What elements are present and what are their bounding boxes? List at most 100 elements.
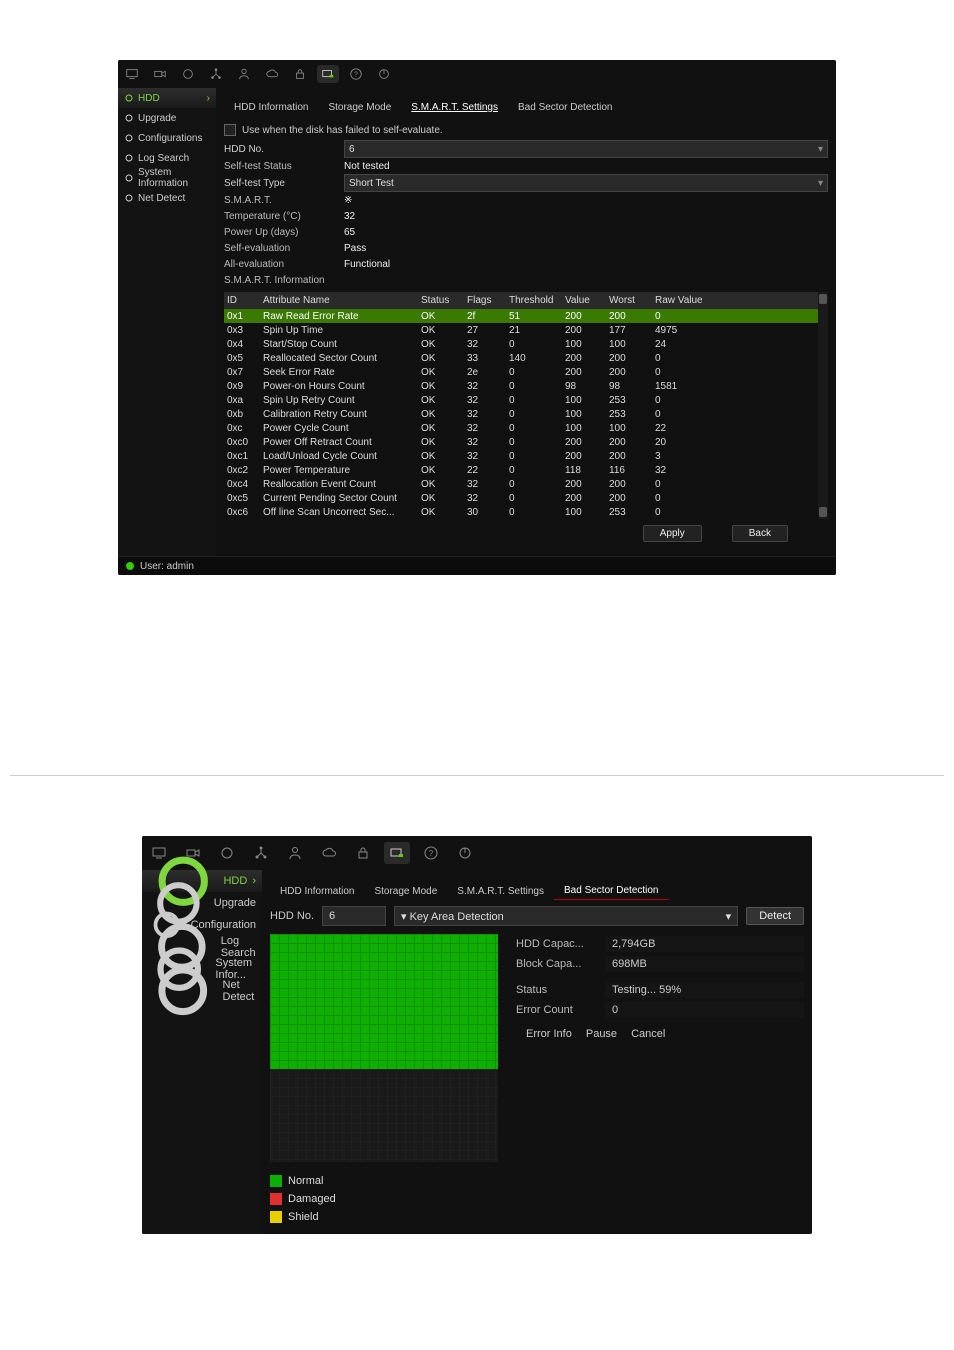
table-cell: 2f: [464, 311, 506, 322]
table-header-cell[interactable]: Status: [418, 295, 464, 306]
table-cell: 200: [606, 353, 652, 364]
detection-mode-select[interactable]: ▾ Key Area Detection▾: [394, 906, 738, 926]
display-icon[interactable]: [384, 842, 410, 864]
table-header-cell[interactable]: Worst: [606, 295, 652, 306]
table-row[interactable]: 0x5Reallocated Sector CountOK33140200200…: [224, 351, 818, 365]
power-icon[interactable]: [373, 65, 395, 83]
user-icon[interactable]: [282, 842, 308, 864]
table-row[interactable]: 0xc0Power Off Retract CountOK32020020020: [224, 435, 818, 449]
table-cell: 20: [652, 437, 818, 448]
scrollbar[interactable]: [818, 292, 828, 519]
table-row[interactable]: 0x9Power-on Hours CountOK32098981581: [224, 379, 818, 393]
table-cell: Power Temperature: [260, 465, 418, 476]
drive-icon: [124, 93, 134, 103]
hdd-no-select[interactable]: 6▾: [344, 140, 828, 158]
table-cell: 100: [562, 423, 606, 434]
cancel-button[interactable]: Cancel: [631, 1028, 665, 1040]
table-row[interactable]: 0x7Seek Error RateOK2e02002000: [224, 365, 818, 379]
camera-icon[interactable]: [149, 65, 171, 83]
back-button[interactable]: Back: [732, 525, 788, 542]
main-panel: HDD InformationStorage ModeS.M.A.R.T. Se…: [216, 88, 836, 556]
table-row[interactable]: 0xcPower Cycle CountOK32010010022: [224, 421, 818, 435]
sidebar-item-system-information[interactable]: System Information: [118, 168, 216, 188]
table-cell: 0: [652, 409, 818, 420]
table-header-cell[interactable]: Threshold: [506, 295, 562, 306]
tab-s-m-a-r-t-settings[interactable]: S.M.A.R.T. Settings: [401, 99, 508, 116]
sidebar-item-upgrade[interactable]: Upgrade: [118, 108, 216, 128]
table-cell: Power-on Hours Count: [260, 381, 418, 392]
table-cell: 116: [606, 465, 652, 476]
error-info-button[interactable]: Error Info: [526, 1028, 572, 1040]
sidebar-item-net-detect[interactable]: Net Detect: [142, 980, 262, 1002]
table-row[interactable]: 0x1Raw Read Error RateOK2f512002000: [224, 309, 818, 323]
help-icon[interactable]: ?: [418, 842, 444, 864]
smart-run-button[interactable]: ※: [344, 195, 828, 206]
display-icon[interactable]: [317, 65, 339, 83]
network-icon[interactable]: [205, 65, 227, 83]
tab-s-m-a-r-t-settings[interactable]: S.M.A.R.T. Settings: [447, 883, 554, 900]
table-cell: 0: [506, 381, 562, 392]
tab-bad-sector-detection[interactable]: Bad Sector Detection: [554, 882, 669, 900]
tab-storage-mode[interactable]: Storage Mode: [364, 883, 447, 900]
table-cell: Seek Error Rate: [260, 367, 418, 378]
table-row[interactable]: 0xbCalibration Retry CountOK3201002530: [224, 407, 818, 421]
legend-shield-swatch: [270, 1211, 282, 1223]
apply-button[interactable]: Apply: [643, 525, 702, 542]
sidebar-item-label: Upgrade: [214, 897, 256, 909]
tab-bad-sector-detection[interactable]: Bad Sector Detection: [508, 99, 623, 116]
table-row[interactable]: 0xc4Reallocation Event CountOK3202002000: [224, 477, 818, 491]
sidebar-item-log-search[interactable]: Log Search: [118, 148, 216, 168]
sidebar-item-hdd[interactable]: HDD›: [118, 88, 216, 108]
sidebar-item-net-detect[interactable]: Net Detect: [118, 188, 216, 208]
table-cell: 253: [606, 507, 652, 518]
main-panel: HDD InformationStorage ModeS.M.A.R.T. Se…: [262, 870, 812, 1234]
table-cell: OK: [418, 339, 464, 350]
lock-icon[interactable]: [289, 65, 311, 83]
table-row[interactable]: 0xc6Off line Scan Uncorrect Sec...OK3001…: [224, 505, 818, 519]
table-row[interactable]: 0xc5Current Pending Sector CountOK320200…: [224, 491, 818, 505]
tab-hdd-information[interactable]: HDD Information: [270, 883, 364, 900]
table-header-cell[interactable]: Raw Value: [652, 295, 818, 306]
chevron-right-icon: ›: [252, 875, 256, 887]
table-header-cell[interactable]: ID: [224, 295, 260, 306]
sidebar-item-configurations[interactable]: Configurations: [118, 128, 216, 148]
tab-bar: HDD InformationStorage ModeS.M.A.R.T. Se…: [224, 94, 828, 116]
tab-storage-mode[interactable]: Storage Mode: [318, 99, 401, 116]
self-test-type-select[interactable]: Short Test▾: [344, 174, 828, 192]
table-cell: OK: [418, 493, 464, 504]
table-header-cell[interactable]: Flags: [464, 295, 506, 306]
legend-normal-swatch: [270, 1175, 282, 1187]
detect-button[interactable]: Detect: [746, 907, 804, 925]
scan-grid-overlay: [270, 934, 498, 1162]
scroll-up-arrow[interactable]: [819, 294, 827, 304]
scroll-down-arrow[interactable]: [819, 507, 827, 517]
table-header-cell[interactable]: Attribute Name: [260, 295, 418, 306]
table-cell: OK: [418, 437, 464, 448]
table-cell: Spin Up Time: [260, 325, 418, 336]
pause-button[interactable]: Pause: [586, 1028, 617, 1040]
table-cell: 100: [562, 409, 606, 420]
user-icon[interactable]: [233, 65, 255, 83]
block-capa-value: 698MB: [606, 956, 804, 972]
help-icon[interactable]: ?: [345, 65, 367, 83]
table-cell: 0xb: [224, 409, 260, 420]
checkbox-icon[interactable]: [224, 124, 236, 136]
power-icon[interactable]: [452, 842, 478, 864]
cloud-icon[interactable]: [261, 65, 283, 83]
cloud-icon[interactable]: [316, 842, 342, 864]
table-row[interactable]: 0x4Start/Stop CountOK32010010024: [224, 337, 818, 351]
table-cell: 0: [506, 395, 562, 406]
table-row[interactable]: 0x3Spin Up TimeOK27212001774975: [224, 323, 818, 337]
record-icon[interactable]: [177, 65, 199, 83]
table-header-cell[interactable]: Value: [562, 295, 606, 306]
hdd-no-select[interactable]: 6: [322, 906, 386, 926]
table-row[interactable]: 0xc1Load/Unload Cycle CountOK3202002003: [224, 449, 818, 463]
table-row[interactable]: 0xc2Power TemperatureOK22011811632: [224, 463, 818, 477]
monitor-icon[interactable]: [121, 65, 143, 83]
network-icon[interactable]: [248, 842, 274, 864]
table-cell: Reallocated Sector Count: [260, 353, 418, 364]
tab-hdd-information[interactable]: HDD Information: [224, 99, 318, 116]
self-evaluate-checkbox-row[interactable]: Use when the disk has failed to self-eva…: [224, 120, 828, 140]
table-row[interactable]: 0xaSpin Up Retry CountOK3201002530: [224, 393, 818, 407]
lock-icon[interactable]: [350, 842, 376, 864]
